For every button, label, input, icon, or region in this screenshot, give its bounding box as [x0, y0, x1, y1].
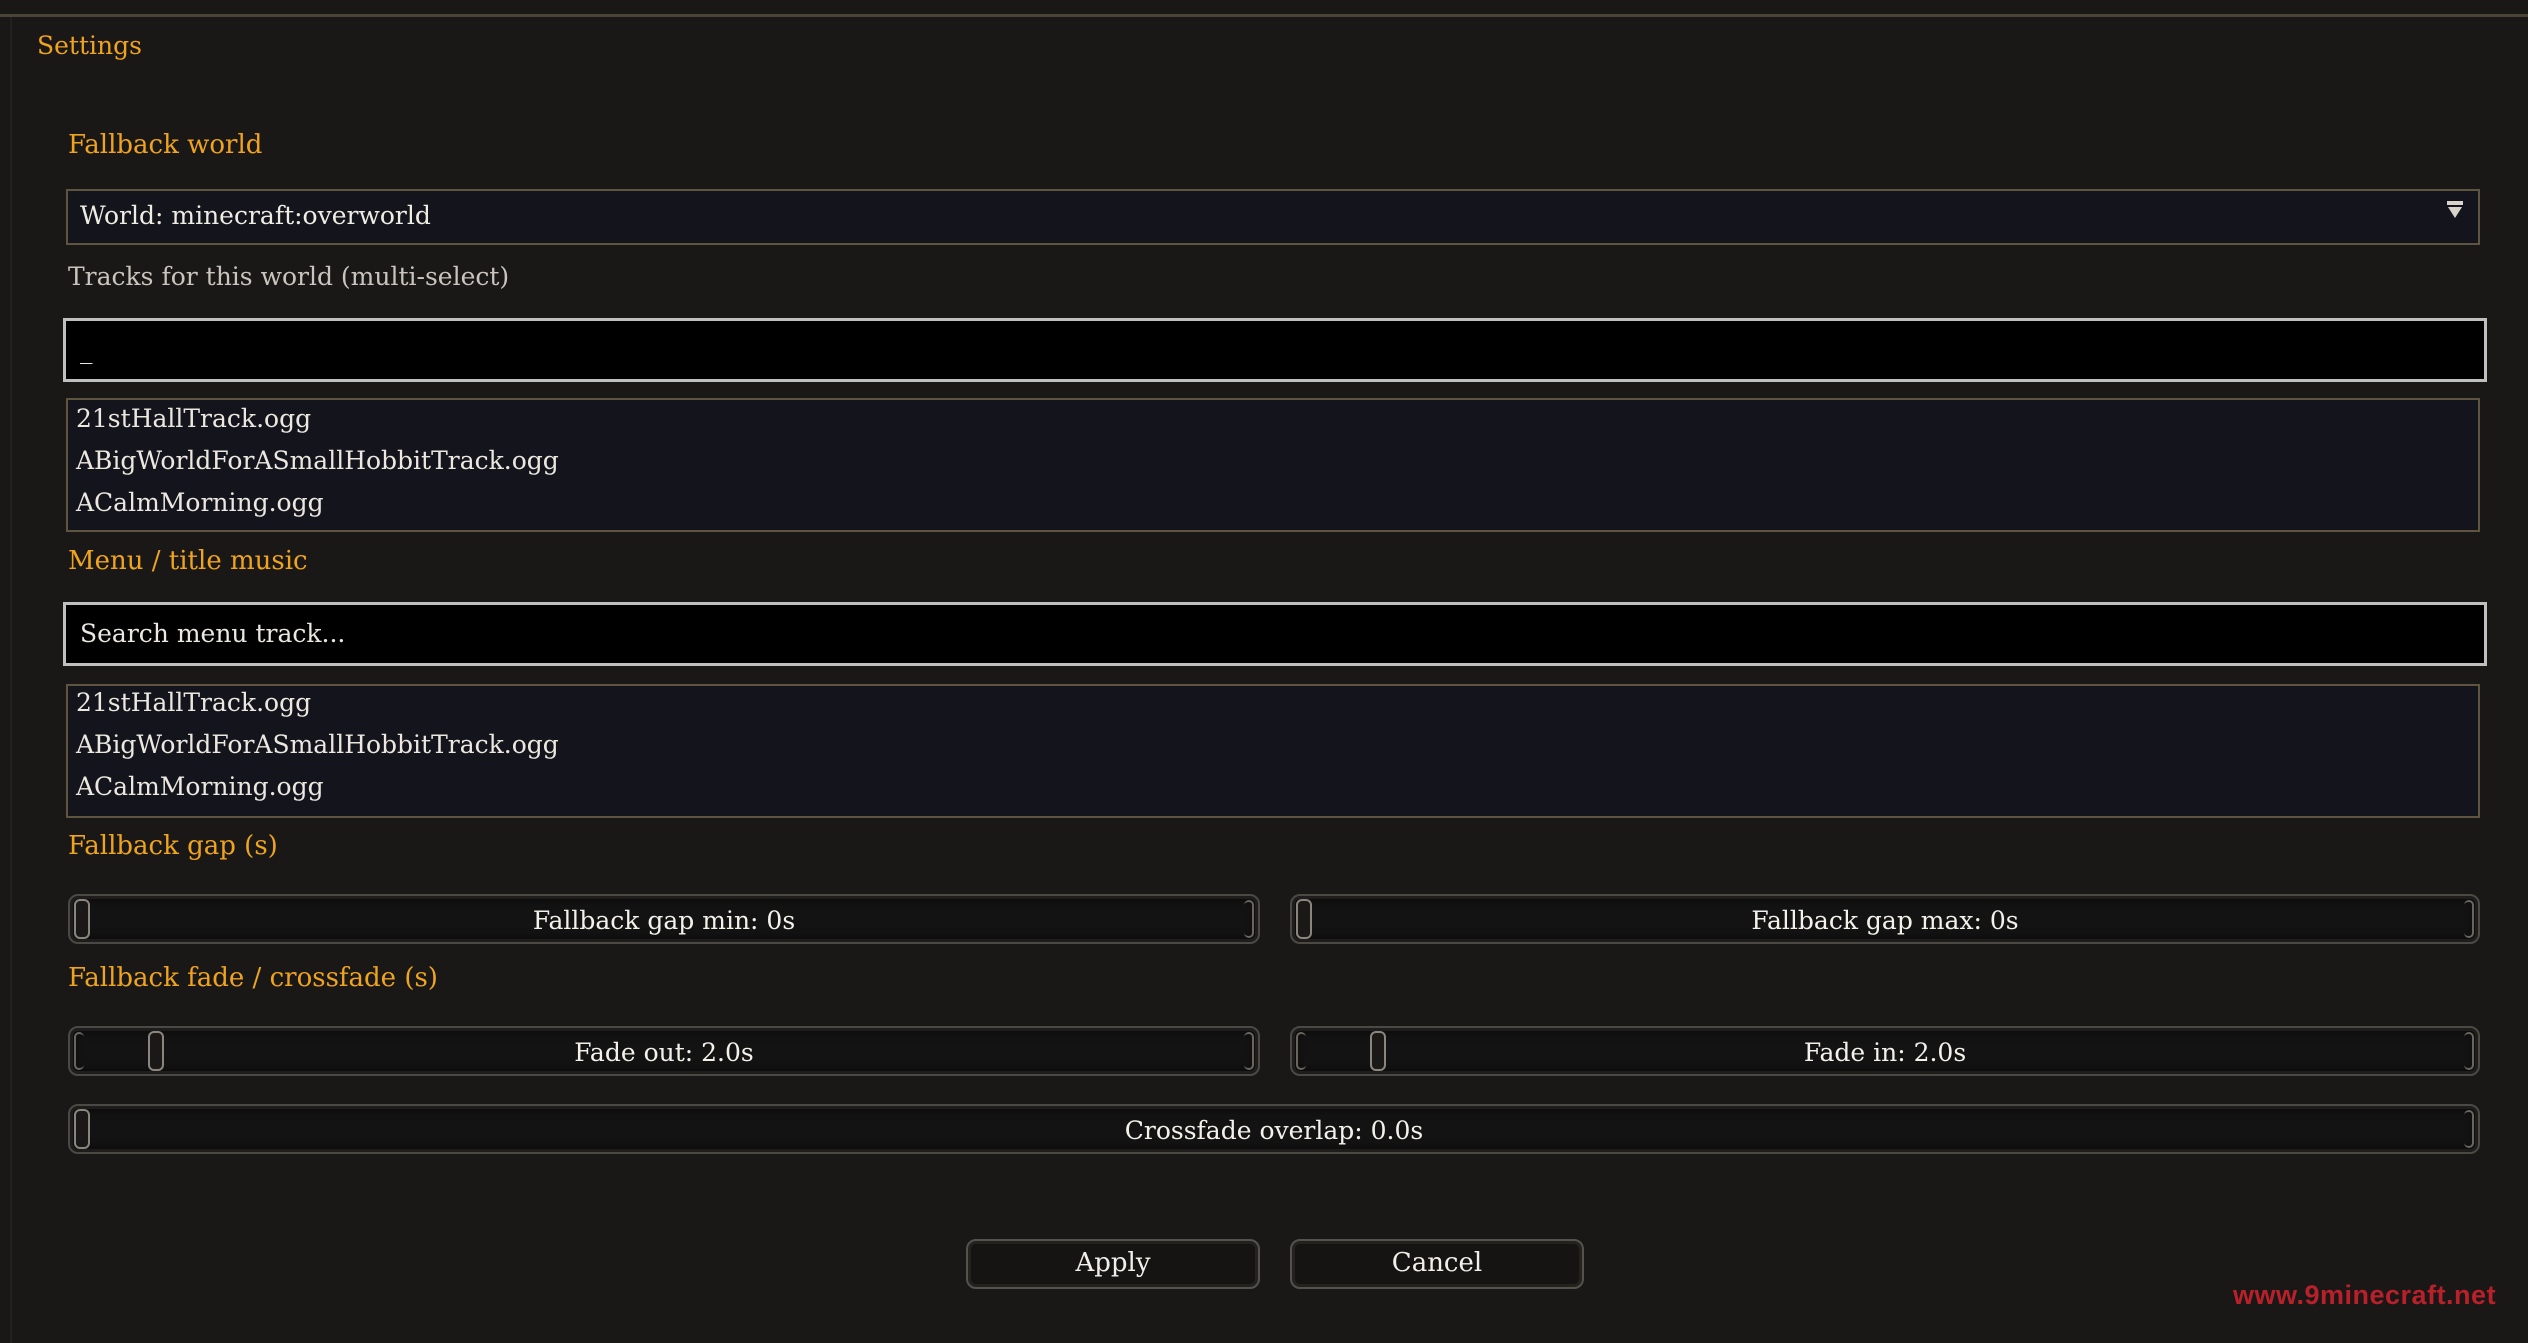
world-tracks-list[interactable]: 21stHallTrack.ogg ABigWorldForASmallHobb… — [66, 398, 2480, 532]
fallback-gap-heading: Fallback gap (s) — [68, 831, 278, 861]
top-divider — [0, 14, 2528, 17]
world-track-search-input[interactable]: _ — [63, 318, 2487, 382]
apply-button[interactable]: Apply — [966, 1239, 1260, 1289]
menu-tracks-list[interactable]: 21stHallTrack.ogg ABigWorldForASmallHobb… — [66, 684, 2480, 818]
crossfade-overlap-slider[interactable]: Crossfade overlap: 0.0s — [68, 1104, 2480, 1154]
fallback-gap-max-slider[interactable]: Fallback gap max: 0s — [1290, 894, 2480, 944]
left-divider — [10, 17, 12, 1343]
cancel-button[interactable]: Cancel — [1290, 1239, 1584, 1289]
slider-label: Fade in: 2.0s — [1803, 1038, 1967, 1067]
dropdown-arrow-icon[interactable] — [2440, 199, 2470, 229]
list-item[interactable]: 21stHallTrack.ogg — [76, 404, 311, 433]
slider-label: Crossfade overlap: 0.0s — [1124, 1116, 1424, 1145]
menu-music-heading: Menu / title music — [68, 546, 308, 576]
page-title: Settings — [37, 31, 142, 60]
fallback-gap-min-slider[interactable]: Fallback gap min: 0s — [68, 894, 1260, 944]
menu-track-search-placeholder: Search menu track... — [80, 619, 346, 648]
world-track-search-value: _ — [80, 335, 93, 364]
world-select[interactable]: World: minecraft:overworld — [66, 189, 2480, 245]
slider-label: Fade out: 2.0s — [574, 1038, 754, 1067]
menu-track-search-input[interactable]: Search menu track... — [63, 602, 2487, 666]
list-item[interactable]: ACalmMorning.ogg — [76, 488, 324, 517]
fallback-fade-heading: Fallback fade / crossfade (s) — [68, 963, 438, 993]
slider-label: Fallback gap min: 0s — [532, 906, 796, 935]
list-item[interactable]: ABigWorldForASmallHobbitTrack.ogg — [76, 730, 559, 759]
list-item[interactable]: ACalmMorning.ogg — [76, 772, 324, 801]
world-select-value: World: minecraft:overworld — [80, 201, 431, 230]
list-item[interactable]: ABigWorldForASmallHobbitTrack.ogg — [76, 446, 559, 475]
watermark: www.9minecraft.net — [2233, 1280, 2497, 1310]
list-item[interactable]: 21stHallTrack.ogg — [76, 688, 311, 717]
fade-out-slider[interactable]: Fade out: 2.0s — [68, 1026, 1260, 1076]
fallback-world-heading: Fallback world — [68, 130, 263, 160]
slider-label: Fallback gap max: 0s — [1751, 906, 2019, 935]
fade-in-slider[interactable]: Fade in: 2.0s — [1290, 1026, 2480, 1076]
tracks-label: Tracks for this world (multi-select) — [68, 262, 510, 291]
